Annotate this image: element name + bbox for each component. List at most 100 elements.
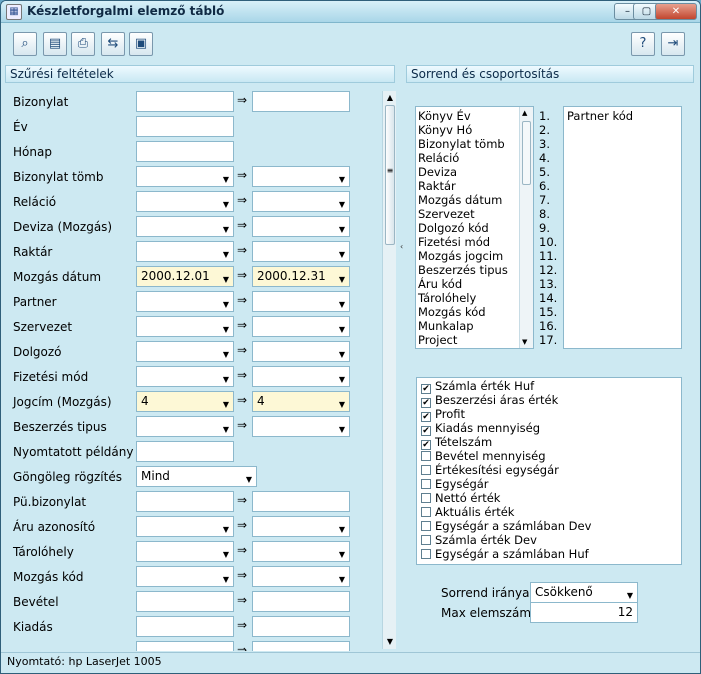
checkbox-item[interactable]: Egységár a számlában Dev bbox=[421, 519, 591, 533]
chevron-down-icon[interactable]: ▼ bbox=[223, 322, 229, 337]
list-item[interactable]: Project bbox=[418, 333, 457, 347]
filter-input[interactable] bbox=[136, 441, 234, 462]
scroll-down-icon[interactable]: ▼ bbox=[383, 635, 397, 649]
filter-to-select[interactable]: ▼ bbox=[252, 241, 350, 262]
list-item[interactable]: Mozgás dátum bbox=[418, 193, 502, 207]
checkbox-item[interactable]: Számla érték Dev bbox=[421, 533, 537, 547]
filter-to-input[interactable] bbox=[252, 591, 350, 612]
checkbox-item[interactable]: Értékesítési egységár bbox=[421, 463, 559, 477]
filter-to-select[interactable]: ▼ bbox=[252, 291, 350, 312]
filter-from-select[interactable]: ▼ bbox=[136, 241, 234, 262]
checkbox-item[interactable]: ✔ Számla érték Huf bbox=[421, 379, 534, 394]
chevron-down-icon[interactable]: ▼ bbox=[339, 247, 345, 262]
chevron-down-icon[interactable]: ▼ bbox=[339, 172, 345, 187]
chevron-down-icon[interactable]: ▼ bbox=[339, 522, 345, 537]
filter-to-select[interactable]: ▼ bbox=[252, 216, 350, 237]
scroll-up-icon[interactable]: ▲ bbox=[383, 91, 397, 105]
filter-to-select[interactable]: ▼ bbox=[252, 566, 350, 587]
checkbox-item[interactable]: Nettó érték bbox=[421, 491, 500, 505]
filter-from-input[interactable] bbox=[136, 616, 234, 637]
filter-to-select[interactable]: ▼ bbox=[252, 316, 350, 337]
list-down-icon[interactable]: ▼ bbox=[522, 338, 527, 346]
list-item[interactable]: Deviza bbox=[418, 165, 457, 179]
filter-from-select[interactable]: ▼ bbox=[136, 191, 234, 212]
filter-to-select[interactable]: ▼ bbox=[252, 366, 350, 387]
title-bar[interactable]: ▦ Készletforgalmi elemző tábló – ▢ ✕ bbox=[1, 1, 700, 23]
list-up-icon[interactable]: ▲ bbox=[522, 109, 527, 117]
chevron-down-icon[interactable]: ▼ bbox=[223, 247, 229, 262]
checkbox[interactable] bbox=[421, 493, 431, 503]
filter-scrollbar[interactable]: ▲ ≡ ▼ bbox=[382, 91, 396, 649]
panel-splitter[interactable]: ‹ bbox=[400, 241, 406, 331]
filter-from-select[interactable]: ▼ bbox=[136, 291, 234, 312]
max-count-input[interactable]: 12 bbox=[530, 602, 638, 623]
calculator-icon[interactable]: ▤ bbox=[43, 32, 67, 56]
print-icon[interactable]: ⎙ bbox=[71, 32, 95, 56]
order-direction-select[interactable]: Csökkenő ▼ bbox=[530, 582, 638, 603]
filter-from-input[interactable] bbox=[136, 591, 234, 612]
chevron-down-icon[interactable]: ▼ bbox=[223, 397, 229, 412]
chevron-down-icon[interactable]: ▼ bbox=[223, 372, 229, 387]
filter-to-select[interactable]: ▼ bbox=[252, 541, 350, 562]
checkbox[interactable] bbox=[421, 549, 431, 559]
list-item[interactable]: Tárolóhely bbox=[418, 291, 476, 305]
available-fields-list[interactable]: ▲ ▼ Könyv Év Könyv Hó Bizonylat tömb Reláci… bbox=[415, 106, 534, 349]
checkbox[interactable] bbox=[421, 507, 431, 517]
filter-to-select[interactable]: 2000.12.31 ▼ bbox=[252, 266, 350, 287]
checkbox-item[interactable]: Aktuális érték bbox=[421, 505, 514, 519]
list-item[interactable]: Mozgás jogcim bbox=[418, 249, 503, 263]
chevron-down-icon[interactable]: ▼ bbox=[339, 197, 345, 212]
filter-from-select[interactable]: ▼ bbox=[136, 316, 234, 337]
checkbox-item[interactable]: ✔ Profit bbox=[421, 407, 465, 422]
checkbox-item[interactable]: Egységár a számlában Huf bbox=[421, 547, 589, 561]
checkbox-item[interactable]: ✔ Kiadás mennyiség bbox=[421, 421, 540, 436]
filter-to-select[interactable]: 4 ▼ bbox=[252, 391, 350, 412]
close-button[interactable]: ✕ bbox=[655, 3, 697, 20]
filter-to-input[interactable] bbox=[252, 616, 350, 637]
list-item[interactable]: Fizetési mód bbox=[418, 235, 490, 249]
chevron-down-icon[interactable]: ▼ bbox=[627, 588, 633, 603]
checkbox-item[interactable]: Egységár bbox=[421, 477, 489, 491]
filter-input[interactable] bbox=[136, 141, 234, 162]
filter-from-select[interactable]: ▼ bbox=[136, 366, 234, 387]
filter-input[interactable] bbox=[136, 116, 234, 137]
selected-fields-list[interactable]: Partner kód bbox=[563, 106, 682, 349]
list-item[interactable]: Áru kód bbox=[418, 277, 462, 291]
filter-to-input[interactable] bbox=[252, 641, 350, 651]
preview-icon[interactable]: ⌕ bbox=[13, 32, 37, 56]
chevron-down-icon[interactable]: ▼ bbox=[339, 372, 345, 387]
filter-from-select[interactable]: ▼ bbox=[136, 566, 234, 587]
filter-to-select[interactable]: ▼ bbox=[252, 516, 350, 537]
filter-from-select[interactable]: 2000.12.01 ▼ bbox=[136, 266, 234, 287]
chevron-down-icon[interactable]: ▼ bbox=[223, 297, 229, 312]
checkbox-item[interactable]: ✔ Tételszám bbox=[421, 435, 492, 450]
exit-icon[interactable]: ⇥ bbox=[661, 32, 685, 56]
checkbox-item[interactable]: ✔ Beszerzési áras érték bbox=[421, 393, 558, 408]
filter-to-input[interactable] bbox=[252, 491, 350, 512]
checkbox[interactable] bbox=[421, 521, 431, 531]
filter-to-select[interactable]: ▼ bbox=[252, 191, 350, 212]
chevron-down-icon[interactable]: ▼ bbox=[223, 572, 229, 587]
filter-from-input[interactable] bbox=[136, 91, 234, 112]
chevron-down-icon[interactable]: ▼ bbox=[339, 547, 345, 562]
filter-from-select[interactable]: ▼ bbox=[136, 516, 234, 537]
chevron-down-icon[interactable]: ▼ bbox=[223, 272, 229, 287]
chevron-down-icon[interactable]: ▼ bbox=[223, 172, 229, 187]
field-list-scrollbar[interactable]: ▲ ▼ bbox=[519, 107, 533, 348]
chevron-down-icon[interactable]: ▼ bbox=[339, 397, 345, 412]
app-icon[interactable]: ▦ bbox=[6, 4, 22, 20]
filter-to-select[interactable]: ▼ bbox=[252, 166, 350, 187]
list-scroll-thumb[interactable] bbox=[522, 121, 531, 185]
value-columns-list[interactable]: ✔ Számla érték Huf ✔ Beszerzési áras érték ✔… bbox=[416, 377, 682, 565]
list-item[interactable]: Raktár bbox=[418, 179, 456, 193]
help-icon[interactable]: ? bbox=[631, 32, 655, 56]
checkbox[interactable] bbox=[421, 479, 431, 489]
chevron-down-icon[interactable]: ▼ bbox=[246, 472, 252, 487]
list-item[interactable]: Reláció bbox=[418, 151, 459, 165]
list-item[interactable]: Partner kód bbox=[567, 109, 633, 123]
list-item[interactable]: Dolgozó kód bbox=[418, 221, 489, 235]
list-item[interactable]: Beszerzés tipus bbox=[418, 263, 508, 277]
filter-to-select[interactable]: ▼ bbox=[252, 341, 350, 362]
list-item[interactable]: Szervezet bbox=[418, 207, 475, 221]
scroll-thumb[interactable]: ≡ bbox=[385, 105, 395, 245]
